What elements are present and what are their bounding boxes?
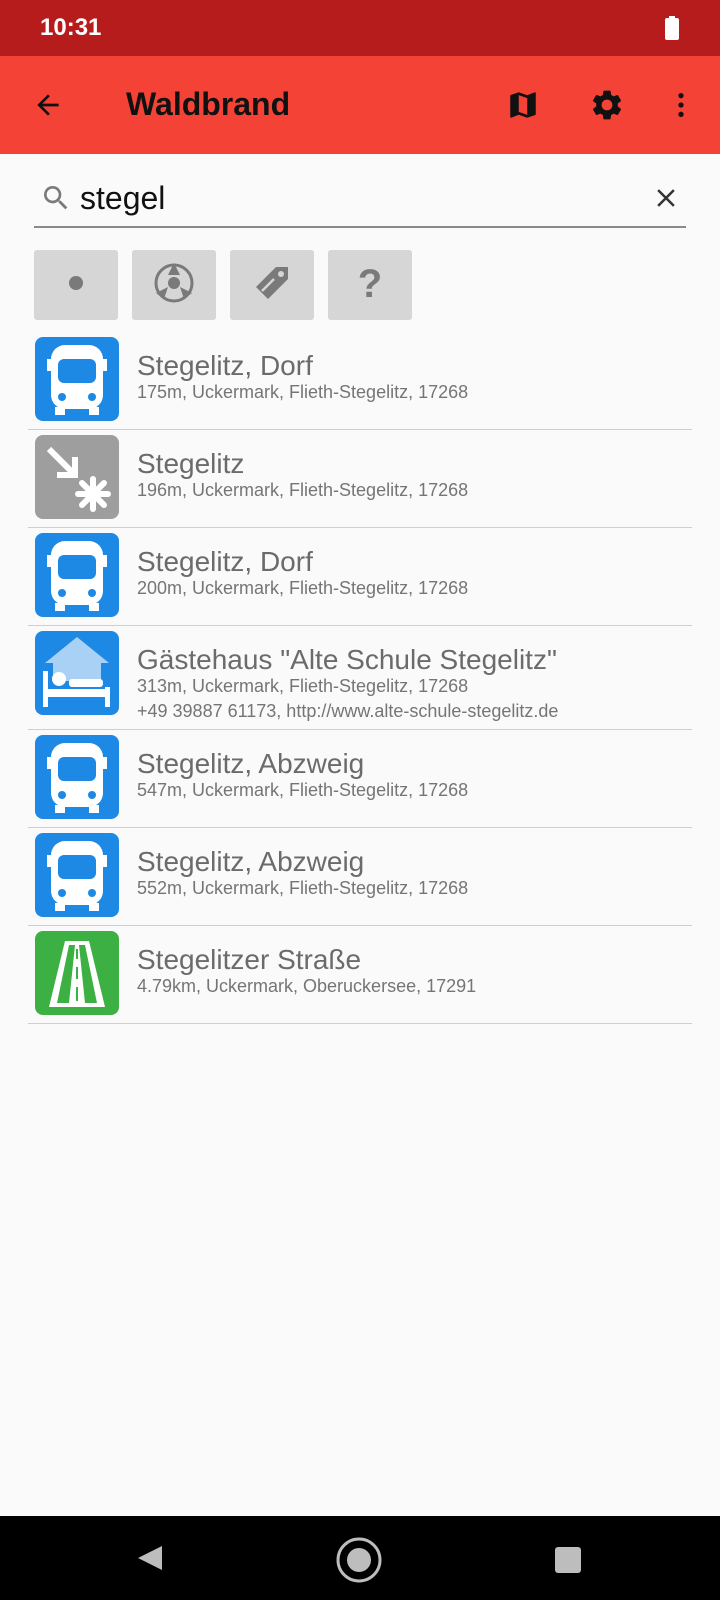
more-vert-icon[interactable] xyxy=(657,81,705,129)
list-item[interactable]: Stegelitz, Dorf 200m, Uckermark, Flieth-… xyxy=(28,528,692,626)
result-title: Stegelitz, Dorf xyxy=(137,350,313,381)
back-arrow-icon[interactable] xyxy=(24,81,72,129)
result-title: Stegelitzer Straße xyxy=(137,944,362,975)
result-contact: +49 39887 61173, http://www.alte-schule-… xyxy=(137,701,559,721)
dot-icon xyxy=(66,273,86,298)
result-subtitle: 547m, Uckermark, Flieth-Stegelitz, 17268 xyxy=(137,780,469,800)
map-icon[interactable] xyxy=(499,81,547,129)
search-input[interactable] xyxy=(80,178,620,218)
gear-icon[interactable] xyxy=(583,81,631,129)
result-title: Stegelitz, Abzweig xyxy=(137,748,365,779)
filter-button-dot[interactable] xyxy=(34,250,118,320)
list-item[interactable]: Stegelitzer Straße 4.79km, Uckermark, Ob… xyxy=(28,926,692,1024)
result-subtitle: 4.79km, Uckermark, Oberuckersee, 17291 xyxy=(137,976,477,996)
filter-button-help[interactable]: ? xyxy=(328,250,412,320)
system-nav-bar xyxy=(0,1516,720,1600)
question-icon: ? xyxy=(350,261,390,310)
bus-stop-icon xyxy=(35,735,119,819)
result-subtitle: 313m, Uckermark, Flieth-Stegelitz, 17268 xyxy=(137,676,469,696)
guest-house-icon xyxy=(35,631,119,715)
status-time: 10:31 xyxy=(40,14,102,41)
result-subtitle: 175m, Uckermark, Flieth-Stegelitz, 17268 xyxy=(137,382,469,402)
status-bar: 10:31 xyxy=(0,0,720,56)
result-title: Stegelitz xyxy=(137,448,245,479)
result-subtitle: 200m, Uckermark, Flieth-Stegelitz, 17268 xyxy=(137,578,469,598)
list-item[interactable]: Stegelitz, Dorf 175m, Uckermark, Flieth-… xyxy=(28,332,692,430)
search-bar xyxy=(34,174,686,228)
result-subtitle: 552m, Uckermark, Flieth-Stegelitz, 17268 xyxy=(137,878,469,898)
back-triangle-icon[interactable] xyxy=(134,1542,166,1579)
result-subtitle: 196m, Uckermark, Flieth-Stegelitz, 17268 xyxy=(137,480,469,500)
page-title: Waldbrand xyxy=(126,86,291,122)
village-icon xyxy=(35,435,119,519)
list-item[interactable]: Gästehaus "Alte Schule Stegelitz" 313m, … xyxy=(28,626,692,730)
bus-stop-icon xyxy=(35,833,119,917)
recents-square-icon[interactable] xyxy=(554,1546,582,1579)
close-icon[interactable] xyxy=(648,180,684,216)
home-circle-icon[interactable] xyxy=(335,1536,383,1589)
result-title: Stegelitz, Abzweig xyxy=(137,846,365,877)
battery-full-icon xyxy=(664,16,680,45)
result-title: Stegelitz, Dorf xyxy=(137,546,313,577)
bus-stop-icon xyxy=(35,337,119,421)
filter-button-poi[interactable] xyxy=(132,250,216,320)
list-item[interactable]: Stegelitz, Abzweig 547m, Uckermark, Flie… xyxy=(28,730,692,828)
poi-category-icon xyxy=(150,259,198,312)
filter-button-tag[interactable] xyxy=(230,250,314,320)
tag-icon xyxy=(250,261,294,310)
list-item[interactable]: Stegelitz 196m, Uckermark, Flieth-Stegel… xyxy=(28,430,692,528)
bus-stop-icon xyxy=(35,533,119,617)
app-bar: Waldbrand xyxy=(0,56,720,154)
svg-text:?: ? xyxy=(358,262,382,305)
results-list: Stegelitz, Dorf 175m, Uckermark, Flieth-… xyxy=(28,332,692,1024)
road-icon xyxy=(35,931,119,1015)
result-title: Gästehaus "Alte Schule Stegelitz" xyxy=(137,644,557,675)
search-icon xyxy=(40,182,72,219)
list-item[interactable]: Stegelitz, Abzweig 552m, Uckermark, Flie… xyxy=(28,828,692,926)
